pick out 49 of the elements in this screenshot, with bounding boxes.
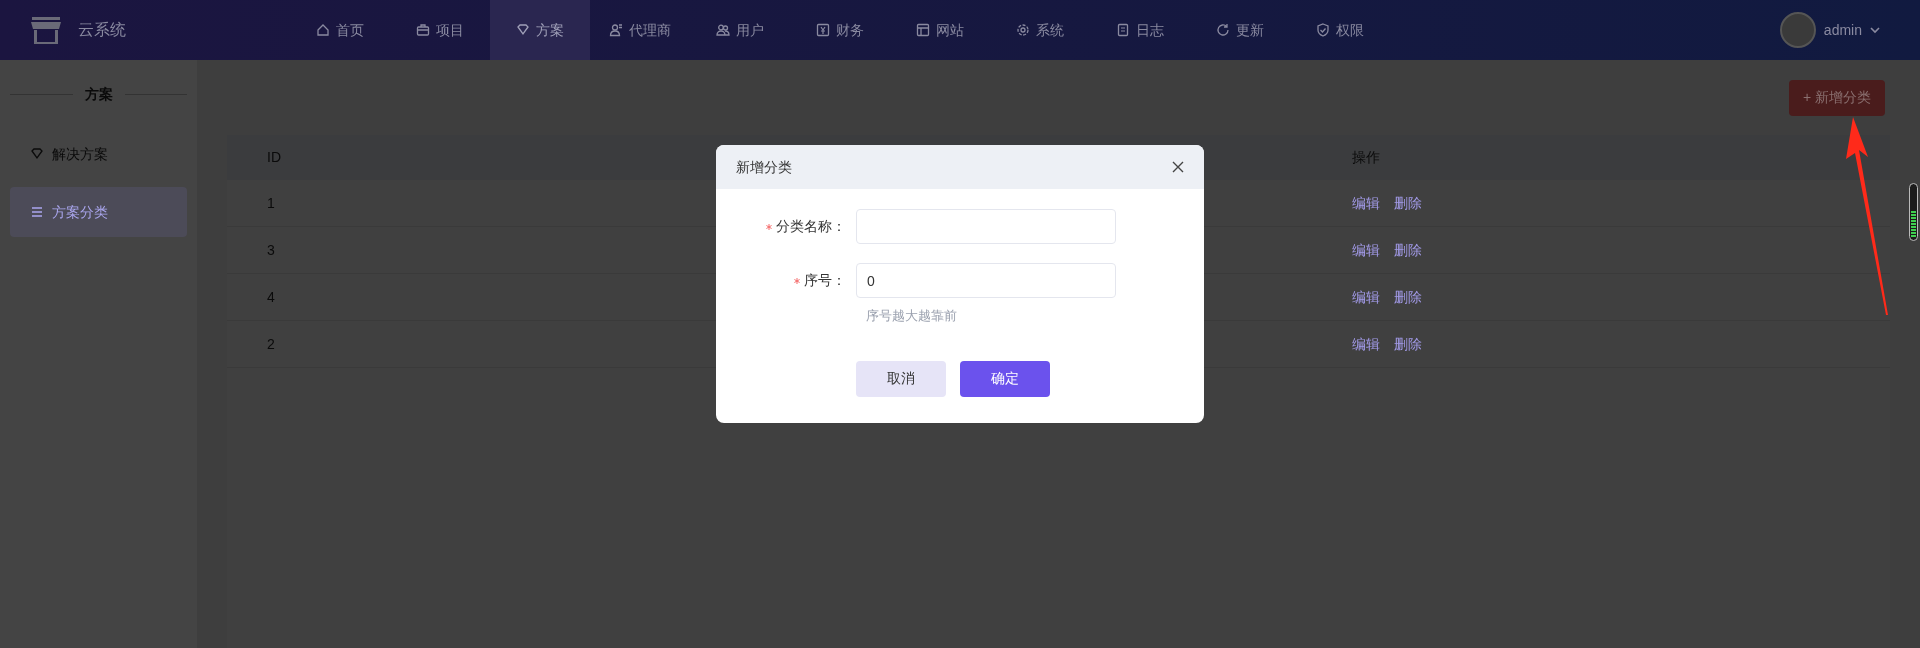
cancel-button[interactable]: 取消	[856, 360, 946, 397]
field-hint: 序号越大越靠前	[866, 307, 957, 325]
level-meter-drawing	[1909, 183, 1918, 241]
input-field[interactable]: 0	[856, 263, 1116, 298]
delete-link[interactable]: 删除	[1394, 192, 1422, 214]
diamond-icon	[516, 23, 530, 37]
nav-tab[interactable]: 用户	[690, 0, 790, 60]
nav-tab[interactable]: 项目	[390, 0, 490, 60]
app-name: 云系统	[78, 20, 126, 40]
briefcase-icon	[416, 23, 430, 37]
nav-tab[interactable]: 权限	[1290, 0, 1390, 60]
diamond-icon	[30, 147, 44, 161]
sidebar-item[interactable]: 方案分类	[10, 187, 187, 237]
user-icon	[609, 23, 623, 37]
chevron-down-icon[interactable]	[1870, 26, 1880, 34]
field-label: 分类名称：	[776, 217, 846, 236]
nav-tab[interactable]: 更新	[1190, 0, 1290, 60]
window-icon	[916, 23, 930, 37]
confirm-button[interactable]: 确定	[960, 360, 1050, 397]
field-label: 序号：	[804, 271, 846, 290]
settings-icon	[1016, 23, 1030, 37]
edit-link[interactable]: 编辑	[1352, 192, 1380, 214]
delete-link[interactable]: 删除	[1394, 333, 1422, 355]
nav-tab[interactable]: 财务	[790, 0, 890, 60]
dialog-title: 新增分类	[736, 157, 792, 177]
edit-link[interactable]: 编辑	[1352, 239, 1380, 261]
nav-tab[interactable]: 代理商	[590, 0, 690, 60]
delete-link[interactable]: 删除	[1394, 239, 1422, 261]
add-category-button[interactable]: + 新增分类	[1788, 79, 1885, 116]
home-icon	[316, 23, 330, 37]
nav-tab[interactable]: 网站	[890, 0, 990, 60]
refresh-icon	[1216, 23, 1230, 37]
nav-tab[interactable]: 首页	[290, 0, 390, 60]
edit-link[interactable]: 编辑	[1352, 286, 1380, 308]
users-icon	[716, 23, 730, 37]
close-icon[interactable]	[1172, 161, 1184, 173]
nav-tab[interactable]: 日志	[1090, 0, 1190, 60]
input-field[interactable]	[856, 209, 1116, 244]
user-name[interactable]: admin	[1823, 19, 1862, 41]
document-icon	[1116, 23, 1130, 37]
yen-icon	[816, 23, 830, 37]
shield-icon	[1316, 23, 1330, 37]
nav-tab[interactable]: 方案	[490, 0, 590, 60]
delete-link[interactable]: 删除	[1394, 286, 1422, 308]
edit-link[interactable]: 编辑	[1352, 333, 1380, 355]
list-icon	[30, 205, 44, 219]
storefront-logo-icon	[30, 15, 62, 45]
nav-tab[interactable]: 系统	[990, 0, 1090, 60]
sidebar-title: 方案	[84, 85, 113, 104]
